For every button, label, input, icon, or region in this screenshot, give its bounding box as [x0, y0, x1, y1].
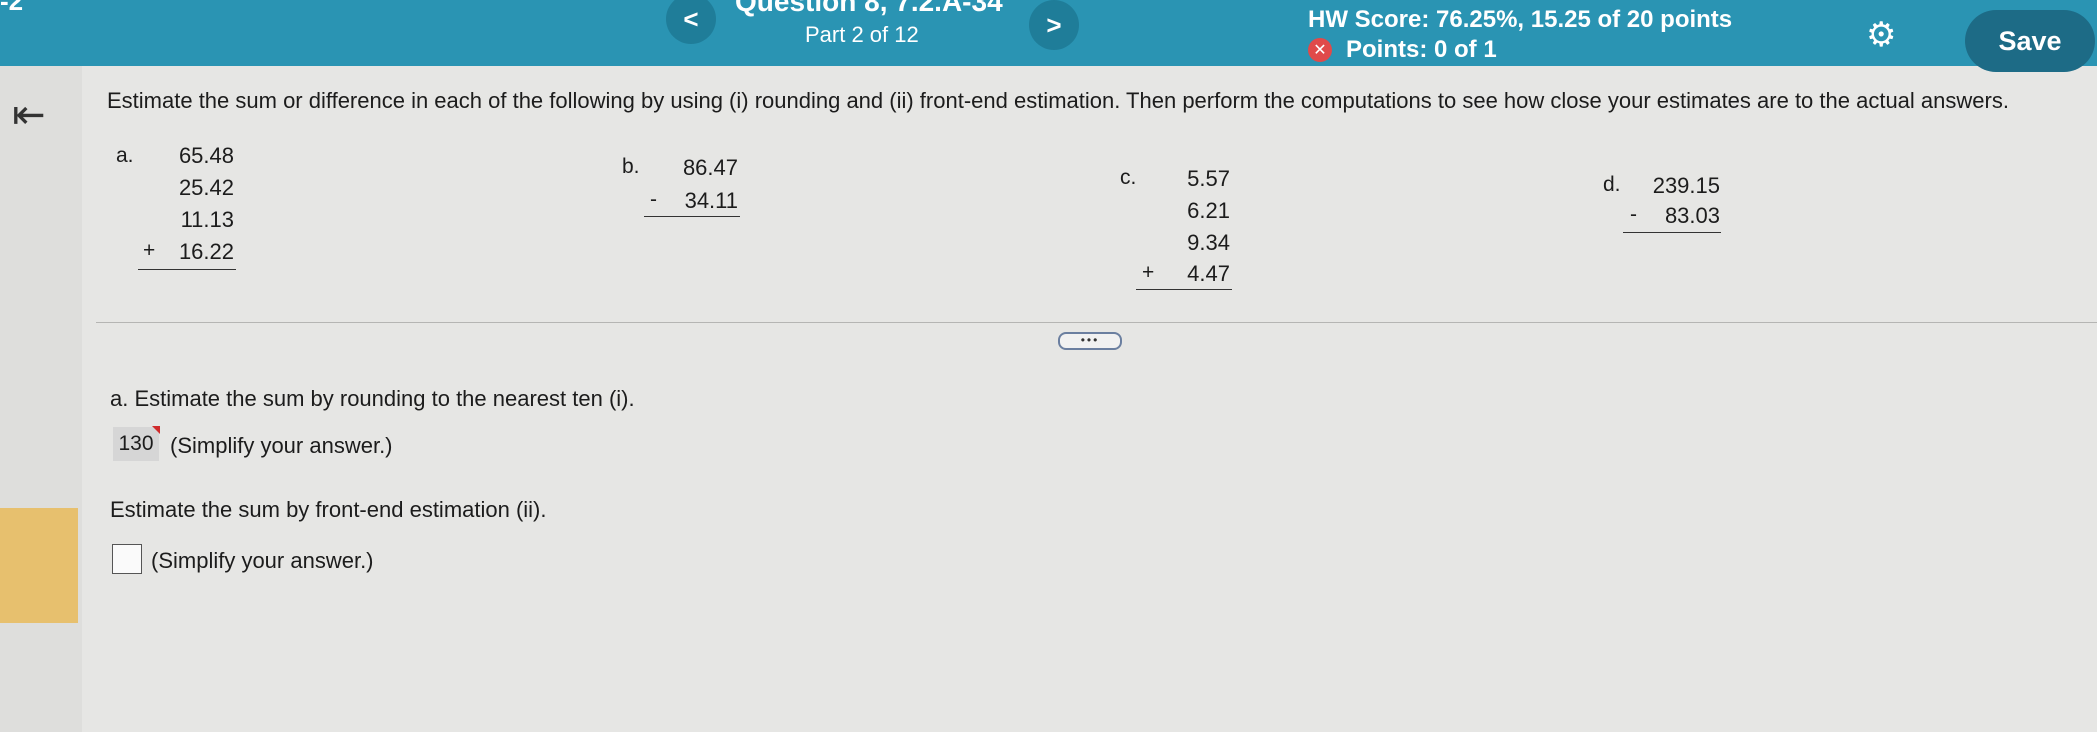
gear-icon[interactable]: ⚙: [1866, 18, 1896, 52]
collapse-arrow-icon[interactable]: ⇤: [12, 92, 46, 138]
problem-d-num1: 239.15: [1652, 173, 1720, 198]
problem-a-num4: 16.22: [178, 239, 234, 264]
points-text: Points: 0 of 1: [1346, 36, 1497, 63]
problem-b-num2: 34.11: [684, 188, 738, 213]
problem-d-num2: 83.03: [1664, 203, 1720, 228]
question-title: Question 8, 7.2.A-34: [735, 0, 1003, 17]
part-b-answer-input[interactable]: [112, 544, 142, 574]
part-b-prompt: Estimate the sum by front-end estimation…: [110, 497, 547, 522]
problem-b-rule: [644, 216, 740, 217]
side-tab[interactable]: [0, 508, 78, 623]
points-status: ✕ Points: 0 of 1: [1308, 36, 1497, 64]
problem-a-num3: 11.13: [180, 207, 234, 232]
chevron-right-icon: >: [1046, 9, 1062, 40]
problem-a-num2: 25.42: [178, 175, 234, 200]
problem-c-num2: 6.21: [1187, 198, 1230, 223]
corner-text: -2: [0, 0, 24, 16]
part-b-simplify-note: (Simplify your answer.): [151, 548, 374, 573]
part-a-prompt: a. Estimate the sum by rounding to the n…: [110, 386, 635, 411]
section-divider: [96, 322, 2097, 323]
problem-a-rule: [138, 269, 236, 270]
incorrect-x-icon: ✕: [1308, 38, 1332, 62]
next-question-button[interactable]: >: [1029, 0, 1079, 50]
chevron-left-icon: <: [683, 3, 699, 34]
save-button[interactable]: Save: [1965, 10, 2095, 72]
problem-c-num1: 5.57: [1187, 166, 1230, 191]
problem-b-num1: 86.47: [682, 155, 738, 180]
problem-a-num1: 65.48: [178, 143, 234, 168]
part-a-simplify-note: (Simplify your answer.): [170, 433, 393, 458]
problem-c-num3: 9.34: [1187, 230, 1230, 255]
instructions-text: Estimate the sum or difference in each o…: [107, 88, 2009, 113]
previous-question-button[interactable]: <: [666, 0, 716, 44]
problem-c-rule: [1136, 289, 1232, 290]
left-rail: [0, 66, 82, 732]
expand-more-button[interactable]: •••: [1058, 332, 1122, 350]
part-label: Part 2 of 12: [805, 22, 919, 47]
hw-score: HW Score: 76.25%, 15.25 of 20 points: [1308, 6, 1733, 33]
incorrect-flag-icon: [152, 426, 160, 434]
problem-c-num4: 4.47: [1187, 261, 1230, 286]
problem-d-rule: [1623, 232, 1721, 233]
top-bar: -2 < Question 8, 7.2.A-34 Part 2 of 12 >…: [0, 0, 2097, 66]
